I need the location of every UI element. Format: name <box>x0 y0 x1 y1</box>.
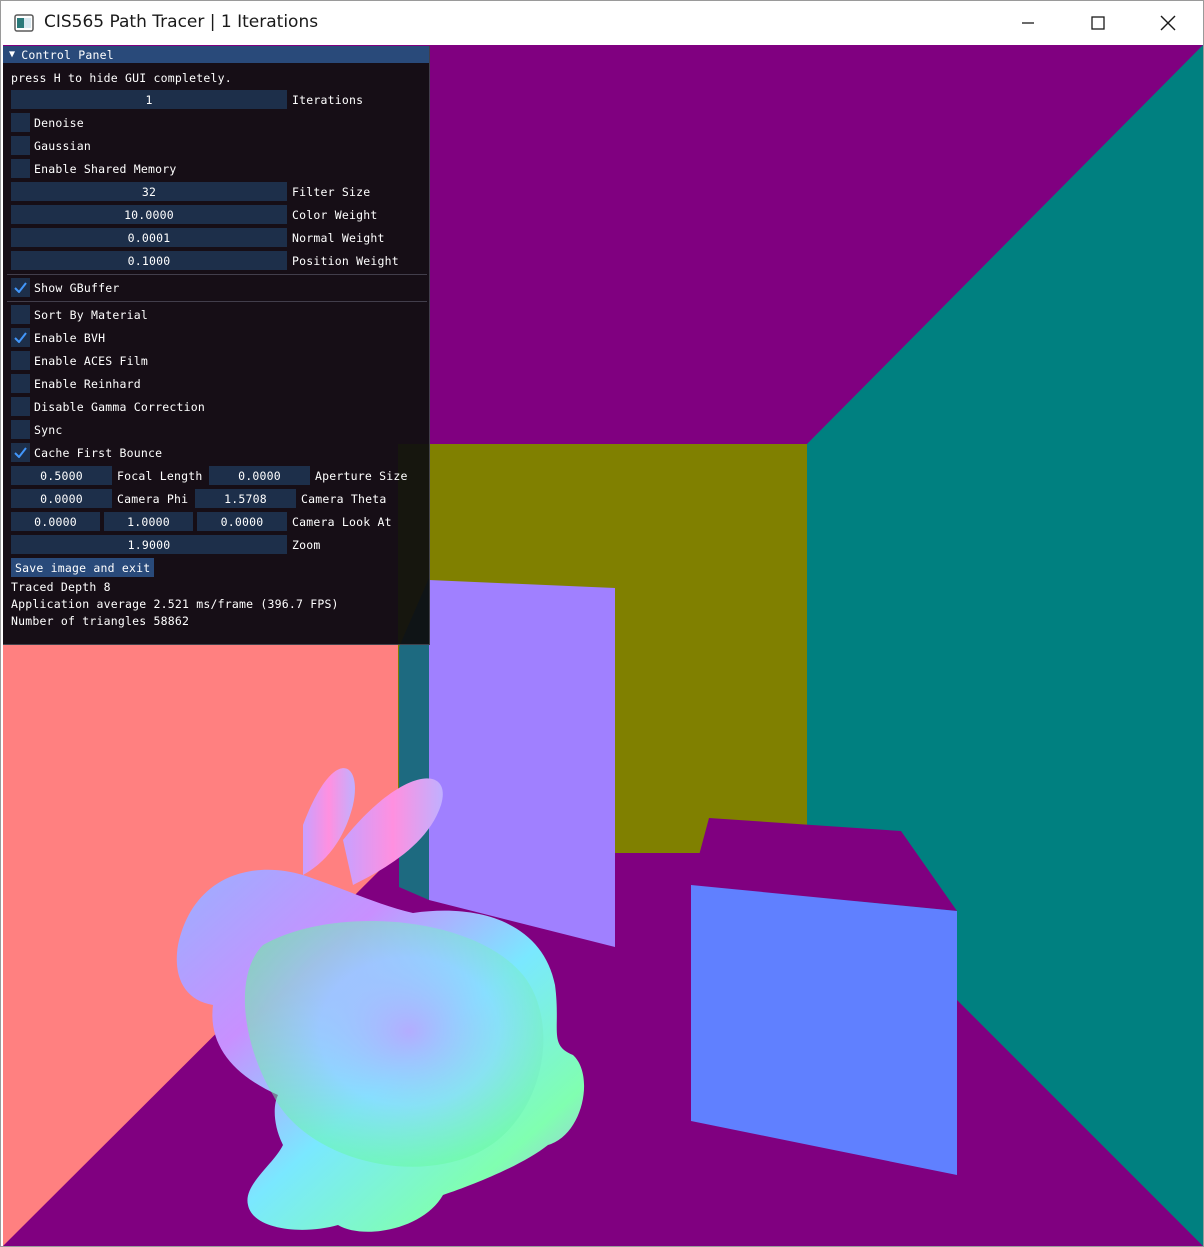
tall-box-front <box>429 580 615 947</box>
checkmark-icon <box>14 332 27 343</box>
shared-memory-checkbox[interactable] <box>11 159 30 178</box>
maximize-icon <box>1091 16 1105 30</box>
sort-by-material-label: Sort By Material <box>34 307 148 322</box>
show-gbuffer-label: Show GBuffer <box>34 280 120 295</box>
control-panel[interactable]: ▼ Control Panel press H to hide GUI comp… <box>3 46 430 645</box>
gaussian-label: Gaussian <box>34 138 91 153</box>
disable-gamma-checkbox[interactable] <box>11 397 30 416</box>
app-window: CIS565 Path Tracer | 1 Iterations ▼ Cont… <box>0 0 1204 1247</box>
camera-theta-slider[interactable]: 1.5708 <box>195 489 296 508</box>
look-at-z-field[interactable]: 0.0000 <box>197 512 287 531</box>
look-at-x-field[interactable]: 0.0000 <box>11 512 100 531</box>
enable-aces-film-label: Enable ACES Film <box>34 353 148 368</box>
zoom-slider[interactable]: 1.9000 <box>11 535 287 554</box>
show-gbuffer-checkbox[interactable] <box>11 278 30 297</box>
title-bar[interactable]: CIS565 Path Tracer | 1 Iterations <box>1 1 1203 45</box>
app-average-text: Application average 2.521 ms/frame (396.… <box>11 597 339 611</box>
checkmark-icon <box>14 282 27 293</box>
disable-gamma-label: Disable Gamma Correction <box>34 399 205 414</box>
short-box-front <box>691 885 957 1175</box>
window-title: CIS565 Path Tracer | 1 Iterations <box>44 12 319 32</box>
zoom-label: Zoom <box>292 537 321 552</box>
sync-checkbox[interactable] <box>11 420 30 439</box>
checkmark-icon <box>14 447 27 458</box>
focal-length-slider[interactable]: 0.5000 <box>11 466 112 485</box>
panel-title: Control Panel <box>21 47 114 62</box>
traced-depth-text: Traced Depth 8 <box>11 580 111 594</box>
triangle-count-text: Number of triangles 58862 <box>11 614 190 628</box>
color-weight-slider[interactable]: 10.0000 <box>11 205 287 224</box>
iterations-label: Iterations <box>292 92 364 107</box>
camera-theta-label: Camera Theta <box>301 491 387 506</box>
camera-look-at-label: Camera Look At <box>292 514 392 529</box>
filter-size-label: Filter Size <box>292 184 371 199</box>
enable-bvh-label: Enable BVH <box>34 330 106 345</box>
position-weight-slider[interactable]: 0.1000 <box>11 251 287 270</box>
enable-bvh-checkbox[interactable] <box>11 328 30 347</box>
close-icon <box>1160 15 1176 31</box>
close-button[interactable] <box>1133 1 1203 45</box>
normal-weight-label: Normal Weight <box>292 230 385 245</box>
camera-phi-slider[interactable]: 0.0000 <box>11 489 112 508</box>
gaussian-checkbox[interactable] <box>11 136 30 155</box>
iterations-field[interactable]: 1 <box>11 90 287 109</box>
look-at-y-field[interactable]: 1.0000 <box>104 512 193 531</box>
panel-header[interactable]: ▼ Control Panel <box>3 46 429 63</box>
shared-memory-label: Enable Shared Memory <box>34 161 177 176</box>
maximize-button[interactable] <box>1063 1 1133 45</box>
separator <box>7 301 427 302</box>
separator <box>7 274 427 275</box>
collapse-arrow-icon[interactable]: ▼ <box>9 49 15 60</box>
app-window-icon <box>14 14 34 32</box>
filter-size-slider[interactable]: 32 <box>11 182 287 201</box>
enable-reinhard-checkbox[interactable] <box>11 374 30 393</box>
color-weight-label: Color Weight <box>292 207 378 222</box>
position-weight-label: Position Weight <box>292 253 399 268</box>
hide-gui-hint: press H to hide GUI completely. <box>11 71 232 85</box>
minimize-icon <box>1022 22 1034 24</box>
enable-aces-film-checkbox[interactable] <box>11 351 30 370</box>
aperture-size-slider[interactable]: 0.0000 <box>209 466 310 485</box>
denoise-label: Denoise <box>34 115 84 130</box>
sync-label: Sync <box>34 422 63 437</box>
minimize-button[interactable] <box>993 1 1063 45</box>
camera-phi-label: Camera Phi <box>117 491 189 506</box>
focal-length-label: Focal Length <box>117 468 203 483</box>
sort-by-material-checkbox[interactable] <box>11 305 30 324</box>
enable-reinhard-label: Enable Reinhard <box>34 376 141 391</box>
save-image-button[interactable]: Save image and exit <box>11 558 155 577</box>
denoise-checkbox[interactable] <box>11 113 30 132</box>
aperture-size-label: Aperture Size <box>315 468 408 483</box>
cache-first-bounce-checkbox[interactable] <box>11 443 30 462</box>
cache-first-bounce-label: Cache First Bounce <box>34 445 163 460</box>
normal-weight-slider[interactable]: 0.0001 <box>11 228 287 247</box>
